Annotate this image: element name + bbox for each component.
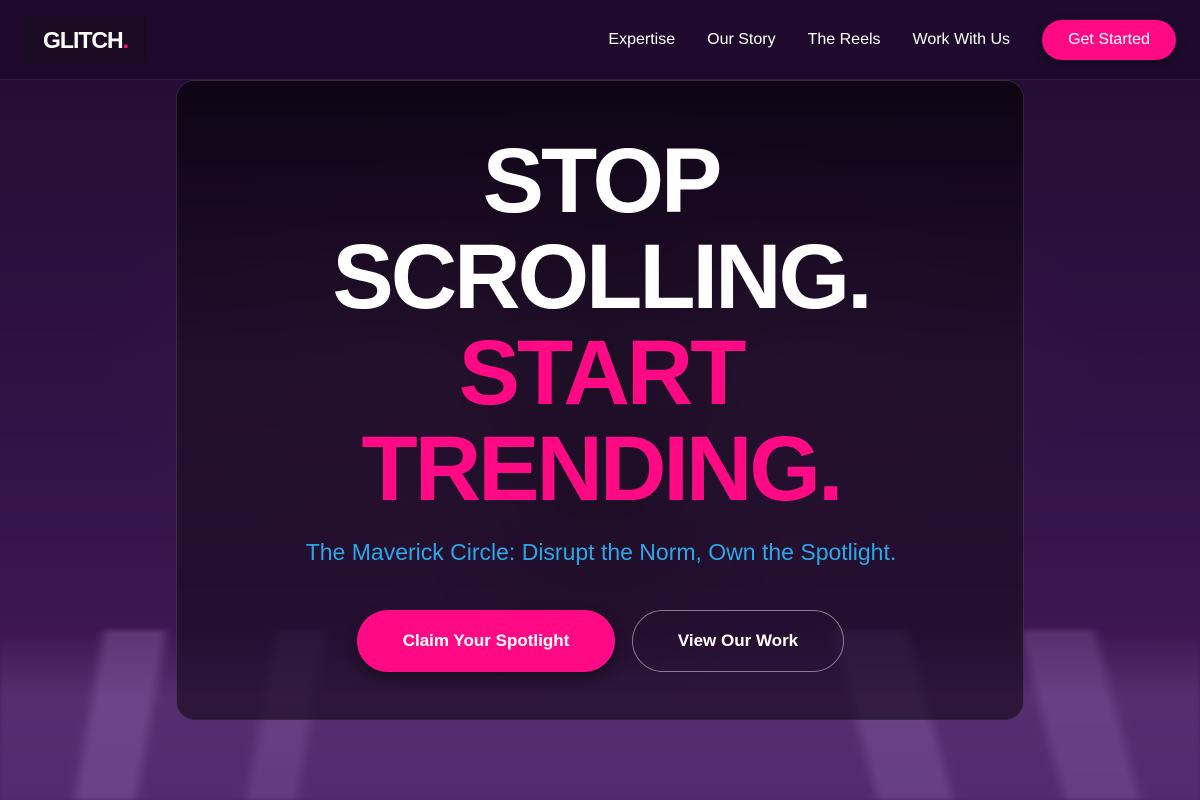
- headline-line-4: TRENDING.: [361, 418, 844, 520]
- nav-link-expertise[interactable]: Expertise: [608, 31, 675, 49]
- site-header: GLITCH. Expertise Our Story The Reels Wo…: [0, 0, 1200, 80]
- hero-headline: STOP SCROLLING. START TRENDING.: [177, 133, 1025, 517]
- claim-your-spotlight-button[interactable]: Claim Your Spotlight: [357, 610, 615, 672]
- view-our-work-button[interactable]: View Our Work: [632, 610, 844, 672]
- headline-line-2: SCROLLING.: [332, 226, 872, 328]
- nav-link-our-story[interactable]: Our Story: [707, 31, 775, 49]
- nav-link-work-with-us[interactable]: Work With Us: [913, 31, 1010, 49]
- get-started-button[interactable]: Get Started: [1042, 20, 1176, 60]
- hero-card: STOP SCROLLING. START TRENDING. The Mave…: [176, 80, 1024, 720]
- logo-text: GLITCH: [43, 26, 124, 53]
- headline-line-3: START: [458, 322, 747, 424]
- logo-dot: .: [122, 26, 129, 53]
- hero-subtitle: The Maverick Circle: Disrupt the Norm, O…: [305, 539, 897, 565]
- main-nav: Expertise Our Story The Reels Work With …: [608, 0, 1010, 80]
- page: GLITCH. Expertise Our Story The Reels Wo…: [0, 0, 1200, 800]
- logo[interactable]: GLITCH.: [24, 16, 147, 64]
- headline-line-1: STOP: [482, 130, 723, 232]
- nav-link-the-reels[interactable]: The Reels: [808, 31, 881, 49]
